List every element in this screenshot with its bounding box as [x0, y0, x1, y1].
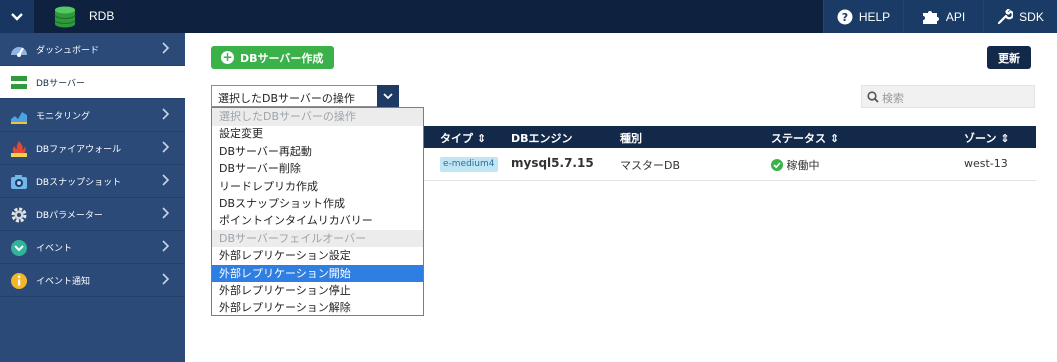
chevron-right-icon: [162, 174, 170, 186]
chevron-right-icon: [162, 207, 170, 219]
sidebar-item-monitoring[interactable]: モニタリング: [0, 99, 185, 132]
table-row[interactable]: e-medium4 mysql5.7.15 マスターDB 稼働中 west-13: [424, 148, 1036, 181]
dropdown-option-placeholder: 選択したDBサーバーの操作: [212, 108, 423, 126]
sidebar-item-label: DBサーバー: [36, 79, 86, 89]
plus-icon: +: [221, 50, 234, 64]
puzzle-icon: [922, 10, 939, 24]
sidebar-item-label: イベント通知: [36, 277, 91, 287]
create-db-server-label: DBサーバー作成: [240, 51, 324, 65]
wrench-icon: [998, 8, 1014, 24]
server-icon: [11, 76, 27, 89]
create-db-server-button[interactable]: + DBサーバー作成: [211, 46, 334, 69]
chevron-down-icon: [383, 93, 393, 100]
type-badge: e-medium4: [440, 157, 498, 172]
app-title: RDB: [89, 9, 115, 23]
search-icon: [867, 91, 879, 103]
server-action-select[interactable]: 選択したDBサーバーの操作: [211, 85, 399, 107]
role-cell: マスターDB: [620, 159, 681, 172]
camera-icon: [11, 175, 27, 189]
table-header: タイプ ⇕ DBエンジン 種別 ステータス ⇕ ゾーン ⇕: [424, 126, 1036, 148]
help-circle-icon: ?: [837, 9, 853, 24]
column-header-role: 種別: [620, 132, 642, 145]
sidebar-item-db-server[interactable]: DBサーバー: [0, 66, 185, 99]
chevron-down-icon: [11, 12, 23, 21]
help-button[interactable]: ? HELP: [823, 0, 903, 33]
sidebar-item-label: ダッシュボード: [36, 46, 100, 56]
server-action-select-value: 選択したDBサーバーの操作: [218, 92, 355, 105]
sort-icon: ⇕: [829, 132, 840, 145]
sidebar-item-label: DBスナップショット: [36, 178, 122, 188]
search-placeholder: 検索: [882, 92, 904, 105]
top-bar: RDB ? HELP API SDK: [0, 0, 1057, 33]
help-label: HELP: [858, 9, 891, 24]
sidebar-item-label: DBパラメーター: [36, 211, 103, 221]
check-circle-icon: [771, 159, 783, 171]
firewall-icon: [11, 141, 27, 157]
sidebar: ダッシュボード DBサーバー モニタリング DBファイアウォール DBスナップシ…: [0, 33, 185, 362]
engine-cell: mysql5.7.15: [511, 156, 594, 170]
dropdown-option-read-replica[interactable]: リードレプリカ作成: [212, 178, 423, 196]
database-icon: [54, 6, 76, 28]
chevron-right-icon: [162, 141, 170, 153]
info-icon: [11, 273, 27, 289]
sidebar-item-label: モニタリング: [36, 112, 91, 122]
dropdown-option-pitr[interactable]: ポイントインタイムリカバリー: [212, 212, 423, 230]
chevron-right-icon: [162, 42, 170, 54]
sidebar-item-parameter[interactable]: DBパラメーター: [0, 198, 185, 231]
sdk-label: SDK: [1019, 9, 1044, 24]
status-cell: 稼働中: [771, 157, 820, 173]
dashboard-icon: [11, 47, 27, 57]
sidebar-item-event-notification[interactable]: イベント通知: [0, 264, 185, 297]
refresh-button[interactable]: 更新: [987, 46, 1031, 69]
sidebar-item-snapshot[interactable]: DBスナップショット: [0, 165, 185, 198]
column-header-status[interactable]: ステータス ⇕: [771, 130, 839, 146]
column-header-type[interactable]: タイプ ⇕: [440, 130, 486, 146]
dropdown-option-ext-repl-remove[interactable]: 外部レプリケーション解除: [212, 299, 423, 317]
gear-icon: [11, 207, 27, 223]
column-header-zone[interactable]: ゾーン ⇕: [964, 130, 1010, 146]
sort-icon: ⇕: [476, 132, 487, 145]
search-input[interactable]: 検索: [861, 85, 1035, 108]
dropdown-option-restart[interactable]: DBサーバー再起動: [212, 143, 423, 161]
select-toggle[interactable]: [377, 85, 399, 107]
sort-icon: ⇕: [1000, 132, 1010, 145]
chevron-right-icon: [162, 240, 170, 252]
dropdown-option-snapshot[interactable]: DBスナップショット作成: [212, 195, 423, 213]
zone-cell: west-13: [964, 157, 1008, 170]
server-action-dropdown: 選択したDBサーバーの操作 設定変更 DBサーバー再起動 DBサーバー削除 リー…: [211, 107, 424, 316]
sidebar-item-label: イベント: [36, 244, 73, 254]
api-label: API: [945, 9, 966, 24]
sdk-button[interactable]: SDK: [983, 0, 1057, 33]
menu-toggle-button[interactable]: [0, 0, 34, 33]
monitoring-icon: [11, 112, 27, 124]
sidebar-item-firewall[interactable]: DBファイアウォール: [0, 132, 185, 165]
dropdown-option-failover: DBサーバーフェイルオーバー: [212, 229, 423, 248]
dropdown-option-ext-repl-setup[interactable]: 外部レプリケーション設定: [212, 247, 423, 265]
column-header-engine: DBエンジン: [511, 132, 573, 145]
dropdown-option-ext-repl-start[interactable]: 外部レプリケーション開始: [212, 264, 423, 283]
sidebar-item-event[interactable]: イベント: [0, 231, 185, 264]
sidebar-item-label: DBファイアウォール: [36, 145, 122, 155]
api-button[interactable]: API: [903, 0, 983, 33]
event-icon: [11, 240, 27, 256]
svg-text:?: ?: [842, 11, 848, 24]
chevron-right-icon: [162, 273, 170, 285]
dropdown-option-delete[interactable]: DBサーバー削除: [212, 160, 423, 178]
sidebar-item-dashboard[interactable]: ダッシュボード: [0, 33, 185, 66]
chevron-right-icon: [162, 108, 170, 120]
dropdown-option-settings[interactable]: 設定変更: [212, 125, 423, 143]
status-text: 稼働中: [786, 159, 820, 172]
dropdown-option-ext-repl-stop[interactable]: 外部レプリケーション停止: [212, 282, 423, 300]
